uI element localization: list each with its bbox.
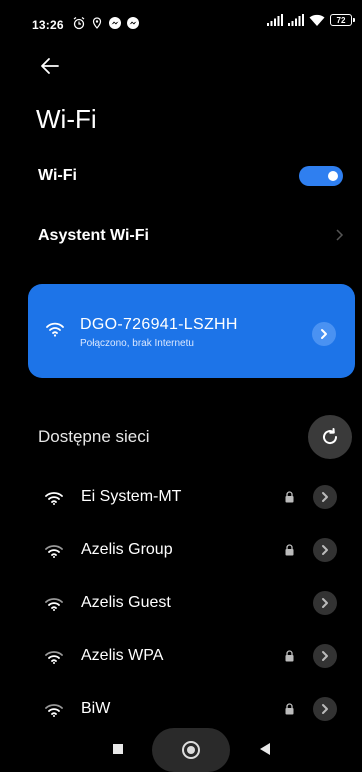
signal-icon (288, 14, 304, 26)
wifi-signal-icon (45, 545, 63, 558)
signal-icon (267, 14, 283, 26)
battery-icon: 72 (330, 14, 355, 26)
status-time: 13:26 (32, 18, 64, 32)
network-details-button[interactable] (313, 538, 337, 562)
available-networks-title: Dostępne sieci (38, 427, 150, 446)
wifi-signal-icon (45, 704, 63, 717)
wifi-signal-icon (45, 492, 63, 505)
page-title: Wi-Fi (36, 104, 97, 134)
network-row[interactable]: Azelis Group (0, 530, 362, 570)
network-name: Azelis Group (81, 541, 173, 558)
wifi-assistant-label: Asystent Wi-Fi (38, 227, 149, 244)
wifi-toggle[interactable] (299, 166, 343, 186)
recent-apps-button[interactable] (113, 744, 123, 754)
battery-level: 72 (336, 15, 346, 25)
alarm-icon (73, 17, 85, 30)
wifi-toggle-label: Wi-Fi (38, 167, 77, 184)
network-name: BiW (81, 700, 111, 717)
back-arrow-icon[interactable] (38, 54, 62, 78)
messenger-icon (109, 17, 121, 29)
network-details-button[interactable] (313, 591, 337, 615)
back-button[interactable] (259, 742, 271, 756)
home-button[interactable] (152, 728, 230, 772)
chevron-right-icon (322, 545, 328, 555)
connected-network-status: Połączono, brak Internetu (80, 338, 194, 349)
chevron-right-icon (321, 329, 327, 339)
messenger-icon (127, 17, 139, 29)
home-icon (182, 741, 200, 759)
connected-network-card[interactable]: DGO-726941-LSZHH Połączono, brak Interne… (28, 284, 355, 378)
navigation-bar (0, 722, 362, 772)
status-right-icons: 72 (267, 14, 355, 26)
wifi-signal-icon (45, 598, 63, 611)
network-details-button[interactable] (313, 485, 337, 509)
refresh-icon (323, 428, 338, 445)
toggle-knob (328, 171, 338, 181)
wifi-signal-icon (45, 651, 63, 664)
network-details-button[interactable] (313, 697, 337, 721)
wifi-icon (309, 14, 325, 26)
chevron-right-icon (336, 229, 344, 241)
network-name: Ei System-MT (81, 488, 182, 505)
network-row[interactable]: Azelis WPA (0, 636, 362, 676)
location-icon (92, 17, 102, 29)
chevron-right-icon (322, 704, 328, 714)
network-row[interactable]: Azelis Guest (0, 583, 362, 623)
network-details-button[interactable] (312, 322, 336, 346)
connected-network-name: DGO-726941-LSZHH (80, 316, 238, 333)
lock-icon (285, 544, 294, 556)
network-row[interactable]: Ei System-MT (0, 477, 362, 517)
status-bar: 13:26 72 (0, 0, 362, 40)
lock-icon (285, 703, 294, 715)
status-left-icons (72, 16, 140, 30)
network-name: Azelis WPA (81, 647, 164, 664)
refresh-button[interactable] (308, 415, 352, 459)
lock-icon (285, 650, 294, 662)
lock-icon (285, 491, 294, 503)
chevron-right-icon (322, 598, 328, 608)
network-details-button[interactable] (313, 644, 337, 668)
wifi-signal-icon (46, 322, 64, 337)
chevron-right-icon (322, 651, 328, 661)
network-name: Azelis Guest (81, 594, 171, 611)
chevron-right-icon (322, 492, 328, 502)
